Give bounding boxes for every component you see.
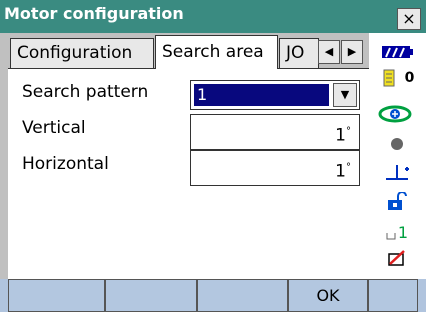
tilt-value: 0: [404, 70, 415, 86]
search-pattern-select[interactable]: 1 ▼: [190, 80, 360, 110]
status-sidebar: 0 1: [369, 33, 426, 279]
ok-button[interactable]: OK: [288, 279, 368, 312]
chevron-down-icon[interactable]: ▼: [333, 83, 357, 107]
tab-scroll-left-button[interactable]: ◀: [318, 40, 340, 64]
memory-count: 1: [397, 222, 409, 242]
vertical-input[interactable]: 1°: [190, 114, 360, 150]
window-title: Motor configuration: [4, 4, 184, 23]
softkey-1[interactable]: [8, 279, 105, 312]
horizontal-value: 1: [335, 161, 346, 182]
tab-jog[interactable]: JO: [279, 38, 319, 68]
input-mode-icon[interactable]: [379, 247, 415, 269]
softkey-3[interactable]: [197, 279, 288, 312]
lock-icon: [379, 191, 415, 213]
battery-icon: [379, 41, 415, 63]
search-pattern-label: Search pattern: [22, 82, 149, 102]
horizontal-unit: °: [346, 162, 351, 173]
close-button[interactable]: ×: [397, 8, 421, 30]
memory-icon: 1: [379, 221, 415, 243]
tilt-icon: 0: [369, 67, 426, 89]
vertical-value: 1: [335, 125, 346, 146]
target-icon[interactable]: [377, 103, 413, 125]
horizontal-input[interactable]: 1°: [190, 150, 360, 186]
softkey-2[interactable]: [105, 279, 197, 312]
vertical-unit: °: [346, 126, 351, 137]
app-window: Motor configuration × Configuration Sear…: [0, 0, 426, 312]
dot-icon: [379, 133, 415, 155]
tab-search-area[interactable]: Search area: [155, 35, 278, 69]
horizontal-label: Horizontal: [22, 154, 109, 174]
tab-configuration[interactable]: Configuration: [10, 38, 154, 68]
softkey-5[interactable]: [368, 279, 418, 312]
title-bar: Motor configuration ×: [0, 0, 426, 33]
tab-scroll-right-button[interactable]: ▶: [341, 40, 363, 64]
vertical-label: Vertical: [22, 118, 86, 138]
search-pattern-value[interactable]: 1: [194, 84, 329, 106]
prism-icon[interactable]: [379, 161, 415, 183]
